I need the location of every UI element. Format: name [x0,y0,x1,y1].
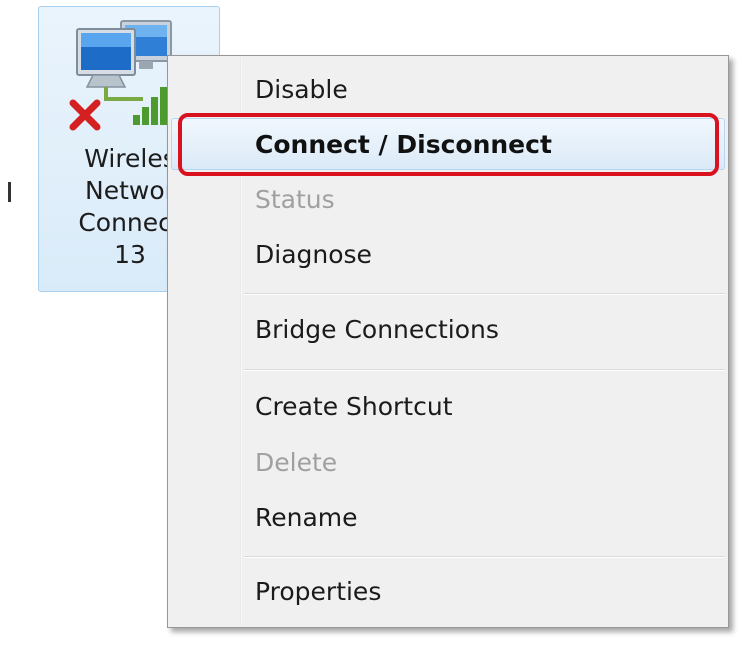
menu-item-diagnose[interactable]: Diagnose [171,229,725,281]
screen: Wireles Networ Connect 13 Disable Connec… [0,0,752,655]
menu-item-label: Diagnose [255,240,372,269]
menu-item-label: Rename [255,503,358,532]
menu-item-create-shortcut[interactable]: Create Shortcut [171,381,725,433]
menu-item-label: Disable [255,75,348,104]
context-menu: Disable Connect / Disconnect Status Diag… [167,55,729,628]
menu-item-label: Create Shortcut [255,392,453,421]
menu-separator [244,556,725,558]
menu-item-properties[interactable]: Properties [171,566,725,618]
menu-item-status: Status [171,174,725,226]
disconnected-x-icon [69,99,101,131]
menu-item-label: Properties [255,577,382,606]
menu-item-rename[interactable]: Rename [171,492,725,544]
menu-separator [244,293,725,295]
menu-item-label: Bridge Connections [255,315,499,344]
menu-item-label: Connect / Disconnect [255,130,552,159]
menu-item-bridge-connections[interactable]: Bridge Connections [171,304,725,356]
menu-item-connect-disconnect[interactable]: Connect / Disconnect [171,118,725,170]
signal-bars-icon [133,87,167,125]
menu-item-label: Status [255,185,335,214]
menu-item-delete: Delete [171,437,725,489]
menu-item-label: Delete [255,448,338,477]
menu-separator [244,369,725,371]
window-edge-mark [8,182,11,202]
menu-item-disable[interactable]: Disable [171,64,725,116]
